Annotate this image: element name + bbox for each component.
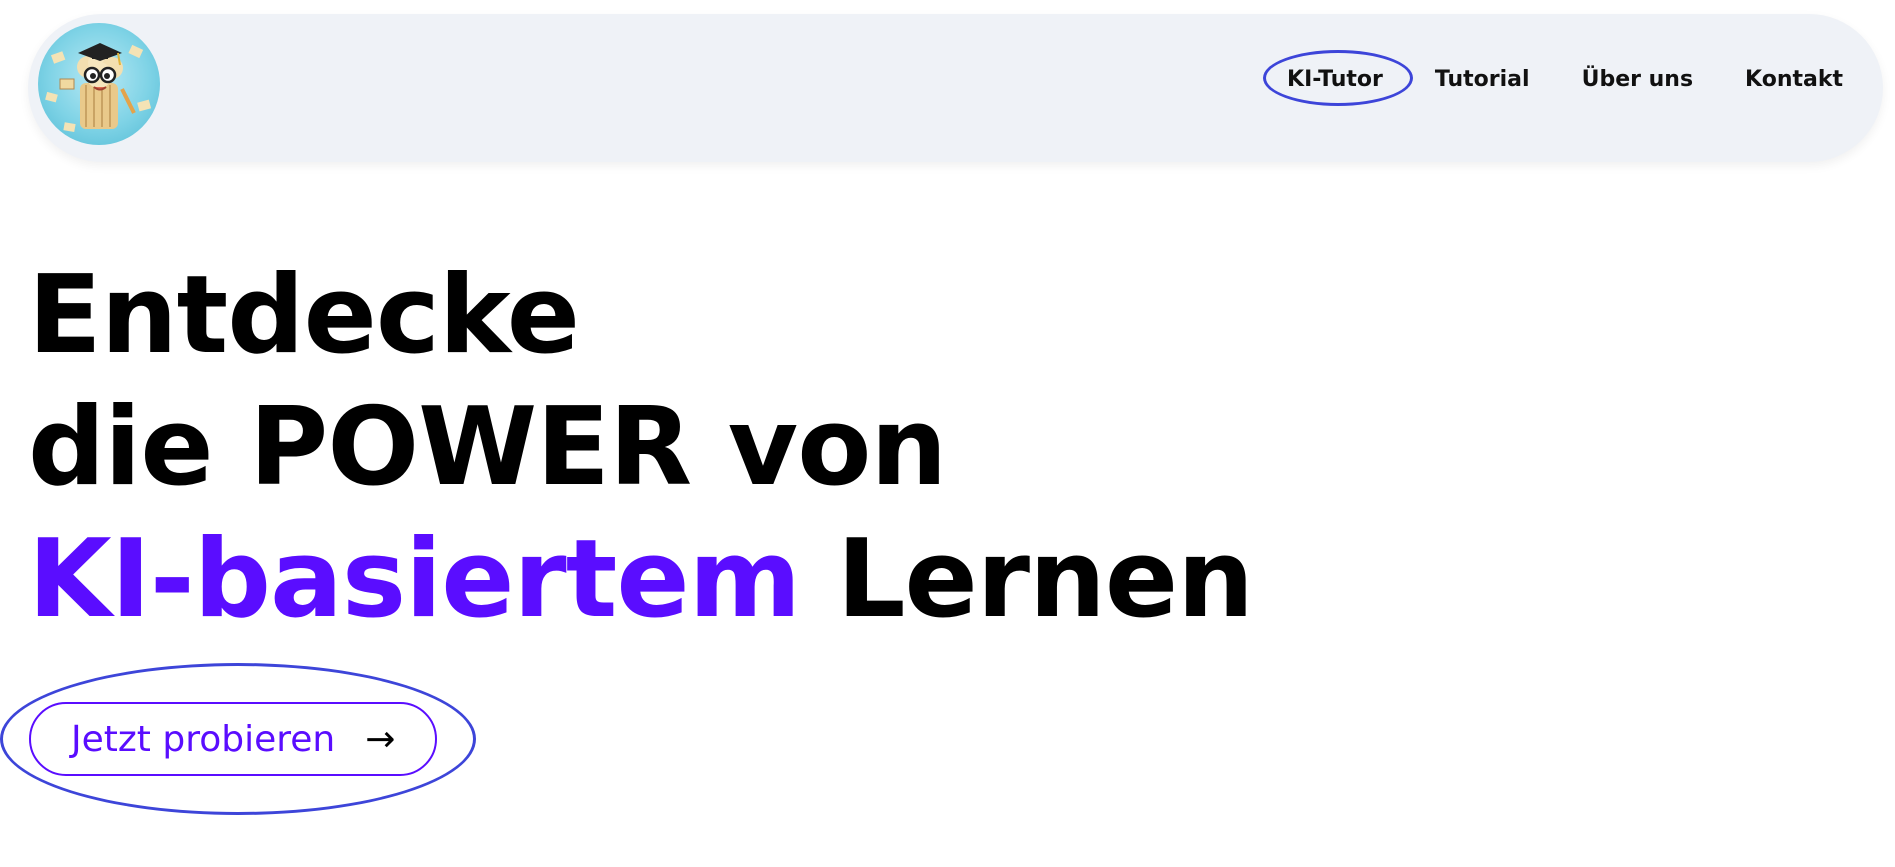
tutor-mascot-logo-icon[interactable] bbox=[38, 23, 160, 145]
hero-headline-line-2: die POWER von bbox=[28, 385, 947, 510]
hero-section: Entdecke die POWER von KI-basiertem Lern… bbox=[28, 250, 1254, 646]
hero-headline-line-3: KI-basiertem Lernen bbox=[28, 514, 1254, 646]
nav-item-label: KI-Tutor bbox=[1287, 67, 1383, 92]
main-nav: KI-Tutor Tutorial Über uns Kontakt bbox=[1261, 50, 1843, 106]
header-bar: KI-Tutor Tutorial Über uns Kontakt bbox=[28, 14, 1883, 162]
nav-item-ueber-uns[interactable]: Über uns bbox=[1556, 64, 1719, 96]
nav-item-ki-tutor[interactable]: KI-Tutor bbox=[1261, 50, 1414, 106]
hero-headline-rest: Lernen bbox=[800, 517, 1254, 642]
hero-headline-line-1: Entdecke bbox=[28, 253, 580, 378]
cta-container: Jetzt probieren → bbox=[0, 663, 476, 815]
nav-item-label: Über uns bbox=[1581, 67, 1694, 92]
arrow-right-icon: → bbox=[365, 718, 396, 760]
nav-item-kontakt[interactable]: Kontakt bbox=[1719, 64, 1843, 96]
try-now-button[interactable]: Jetzt probieren → bbox=[29, 702, 437, 776]
nav-item-tutorial[interactable]: Tutorial bbox=[1409, 64, 1556, 96]
page: KI-Tutor Tutorial Über uns Kontakt Entde… bbox=[0, 0, 1895, 867]
try-now-button-label: Jetzt probieren bbox=[71, 718, 336, 760]
nav-item-label: Tutorial bbox=[1434, 67, 1530, 92]
nav-item-label: Kontakt bbox=[1745, 67, 1843, 92]
hero-accent-text: KI-basiertem bbox=[28, 517, 801, 642]
mascot-illustration bbox=[45, 43, 152, 132]
